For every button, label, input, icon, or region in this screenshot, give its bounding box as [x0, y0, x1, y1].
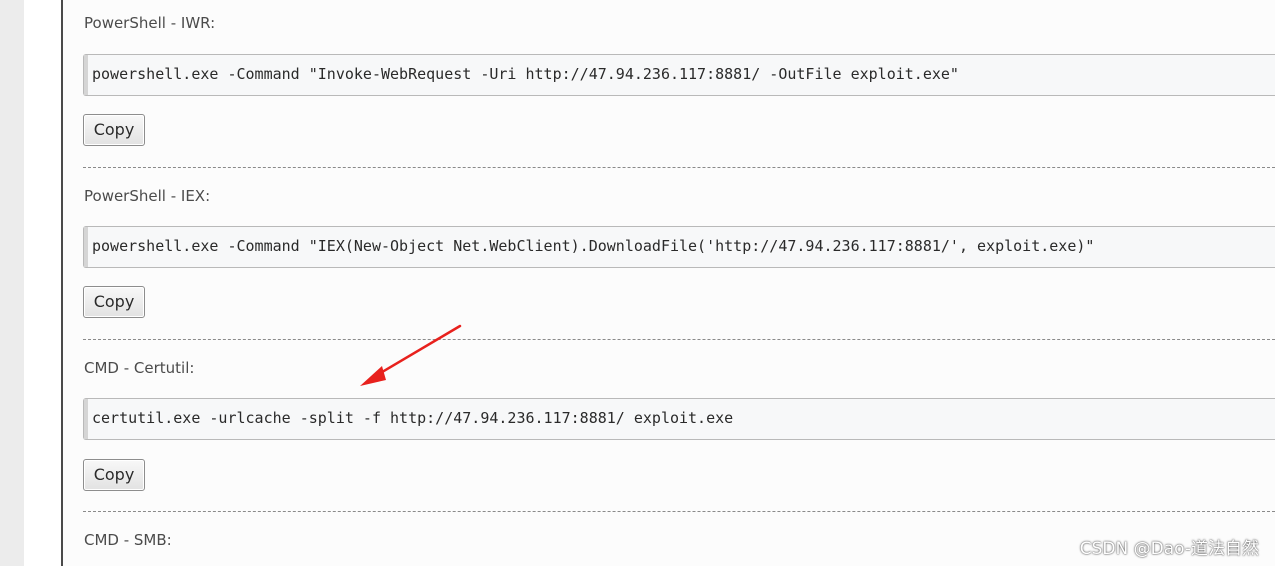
command-box-cmd-certutil[interactable]: certutil.exe -urlcache -split -f http://… — [83, 398, 1275, 440]
red-arrow-icon — [360, 324, 462, 386]
section-title-powershell-iwr: PowerShell - IWR: — [84, 14, 216, 32]
section-title-cmd-certutil: CMD - Certutil: — [84, 359, 195, 377]
left-panel — [24, 0, 61, 566]
section-title-cmd-smb: CMD - SMB: — [84, 531, 172, 549]
copy-button-cmd-certutil[interactable]: Copy — [83, 459, 145, 491]
copy-button-powershell-iex[interactable]: Copy — [83, 286, 145, 318]
window-left-gutter — [0, 0, 24, 566]
download-commands-panel: PowerShell - IWR: powershell.exe -Comman… — [63, 0, 1275, 566]
section-divider — [83, 511, 1275, 512]
command-text-powershell-iwr[interactable]: powershell.exe -Command "Invoke-WebReque… — [92, 65, 959, 83]
copy-button-powershell-iwr[interactable]: Copy — [83, 114, 145, 146]
command-text-cmd-certutil[interactable]: certutil.exe -urlcache -split -f http://… — [92, 409, 733, 427]
command-box-edge — [84, 55, 88, 95]
command-box-edge — [84, 399, 88, 439]
section-title-powershell-iex: PowerShell - IEX: — [84, 187, 211, 205]
section-divider — [83, 339, 1275, 340]
section-divider — [83, 167, 1275, 168]
command-box-powershell-iex[interactable]: powershell.exe -Command "IEX(New-Object … — [83, 226, 1275, 268]
command-text-powershell-iex[interactable]: powershell.exe -Command "IEX(New-Object … — [92, 237, 1094, 255]
command-box-powershell-iwr[interactable]: powershell.exe -Command "Invoke-WebReque… — [83, 54, 1275, 96]
watermark: CSDN @Dao-道法自然 — [1079, 539, 1259, 559]
command-box-edge — [84, 227, 88, 267]
